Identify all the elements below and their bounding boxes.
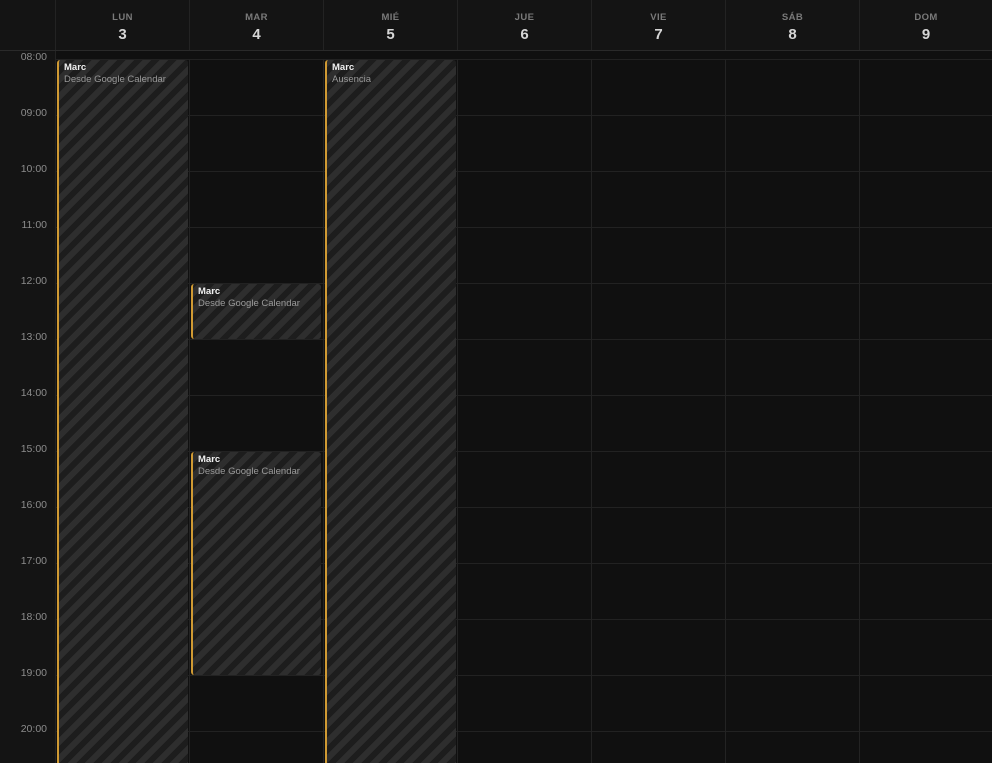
day-header-sat[interactable]: SÁB 8 [726, 0, 860, 50]
calendar-event[interactable]: Marc Ausencia [325, 60, 456, 763]
day-column-sat[interactable] [726, 59, 860, 763]
time-gutter-header [0, 0, 56, 50]
day-header-tue[interactable]: MAR 4 [190, 0, 324, 50]
time-label: 19:00 [20, 667, 47, 679]
event-subtitle: Desde Google Calendar [64, 74, 166, 85]
event-subtitle: Ausencia [332, 74, 372, 85]
day-name: VIE [650, 12, 667, 23]
time-label: 14:00 [20, 387, 47, 399]
event-title: Marc [64, 62, 87, 73]
day-number: 7 [654, 26, 663, 43]
day-number: 4 [252, 26, 261, 43]
day-name: JUE [514, 12, 535, 23]
calendar-event[interactable]: Marc Desde Google Calendar [57, 60, 188, 763]
day-header-mon[interactable]: LUN 3 [56, 0, 190, 50]
day-column-thu[interactable] [458, 59, 592, 763]
time-label: 20:00 [20, 723, 47, 735]
time-label: 12:00 [20, 275, 47, 287]
week-calendar: LUN 3 MAR 4 MIÉ 5 JUE 6 VIE 7 SÁB 8 DOM … [0, 0, 992, 763]
event-title: Marc [198, 286, 221, 297]
calendar-grid: 08:00 09:00 10:00 11:00 12:00 13:00 14:0… [0, 51, 992, 763]
time-label: 10:00 [20, 163, 47, 175]
time-label: 16:00 [20, 499, 47, 511]
event-title: Marc [332, 62, 355, 73]
day-number: 5 [386, 26, 395, 43]
day-header-sun[interactable]: DOM 9 [860, 0, 992, 50]
day-header-wed[interactable]: MIÉ 5 [324, 0, 458, 50]
day-number: 9 [921, 26, 931, 43]
day-name: MAR [245, 12, 268, 23]
day-name: MIÉ [381, 12, 400, 23]
time-label: 15:00 [20, 443, 47, 455]
time-gutter: 08:00 09:00 10:00 11:00 12:00 13:00 14:0… [0, 51, 56, 763]
calendar-event[interactable]: Marc Desde Google Calendar [191, 284, 321, 339]
day-column-sun[interactable] [860, 59, 992, 763]
day-number: 6 [520, 26, 529, 43]
event-title: Marc [198, 454, 221, 465]
time-label: 13:00 [20, 331, 47, 343]
event-subtitle: Desde Google Calendar [198, 466, 300, 477]
calendar-event[interactable]: Marc Desde Google Calendar [191, 452, 321, 675]
day-header-thu[interactable]: JUE 6 [458, 0, 592, 50]
day-name: SÁB [781, 12, 804, 23]
event-subtitle: Desde Google Calendar [198, 298, 300, 309]
time-label: 11:00 [21, 219, 48, 231]
day-number: 3 [118, 26, 127, 43]
time-label: 08:00 [20, 51, 47, 63]
time-label: 18:00 [20, 611, 47, 623]
day-name: DOM [914, 12, 938, 23]
time-label: 09:00 [20, 107, 47, 119]
day-column-fri[interactable] [592, 59, 726, 763]
day-header-fri[interactable]: VIE 7 [592, 0, 726, 50]
calendar-header: LUN 3 MAR 4 MIÉ 5 JUE 6 VIE 7 SÁB 8 DOM … [0, 0, 992, 51]
day-number: 8 [788, 26, 797, 43]
day-name: LUN [112, 12, 133, 23]
time-label: 17:00 [20, 555, 47, 567]
